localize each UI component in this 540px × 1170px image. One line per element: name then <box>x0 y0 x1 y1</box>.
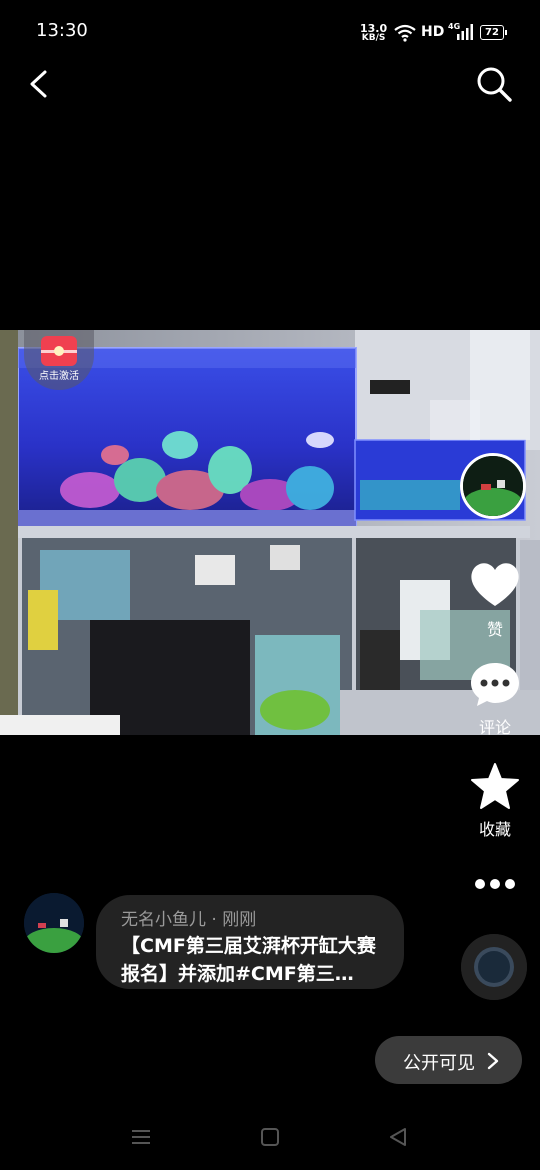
activate-label: 点击激活 <box>39 371 79 382</box>
avatar <box>463 456 523 516</box>
network-speed-unit: KB/S <box>361 33 386 43</box>
disc-icon <box>461 934 527 1000</box>
author-avatar-side[interactable] <box>460 453 526 519</box>
search-button[interactable] <box>474 64 514 104</box>
like-button[interactable]: 赞 <box>465 560 525 640</box>
clock: 13:30 <box>36 20 88 41</box>
battery-indicator: 72 <box>480 25 507 40</box>
music-disc[interactable] <box>461 934 527 1000</box>
author-avatar[interactable] <box>24 893 84 953</box>
back-button[interactable] <box>22 66 58 102</box>
favorite-label: 收藏 <box>478 820 511 839</box>
visibility-label: 公开可见 <box>403 1053 475 1074</box>
recents-nav-icon[interactable] <box>130 1126 152 1148</box>
back-nav-icon[interactable] <box>387 1126 409 1148</box>
home-nav-icon[interactable] <box>259 1126 281 1148</box>
post-caption[interactable]: 【CMF第三届艾湃杯开缸大赛报名】并添加#CMF第三… <box>121 932 391 988</box>
heart-icon <box>471 563 519 606</box>
signal-bars-icon <box>457 24 473 40</box>
search-icon <box>477 67 512 102</box>
favorite-button[interactable]: 收藏 <box>465 762 525 840</box>
star-icon <box>471 763 519 809</box>
network-speed: 13.0 KB/S <box>360 23 387 43</box>
wifi-icon <box>394 24 416 42</box>
status-bar: 13:30 13.0 KB/S HD 4G 72 <box>0 0 540 48</box>
signal-indicator: 4G <box>448 22 474 42</box>
gift-icon <box>41 336 77 366</box>
post-photo[interactable] <box>0 330 540 735</box>
hd-indicator: HD <box>421 24 445 40</box>
comment-icon <box>471 663 519 706</box>
more-button[interactable] <box>470 870 520 898</box>
like-label: 赞 <box>486 620 503 639</box>
chevron-left-icon <box>30 70 47 98</box>
comment-label: 评论 <box>478 718 511 737</box>
more-dots-icon <box>475 879 515 889</box>
author-name[interactable]: 无名小鱼儿 · 刚刚 <box>121 905 256 930</box>
comment-button[interactable]: 评论 <box>465 660 525 738</box>
avatar <box>24 893 84 953</box>
chevron-right-icon <box>487 1052 499 1070</box>
